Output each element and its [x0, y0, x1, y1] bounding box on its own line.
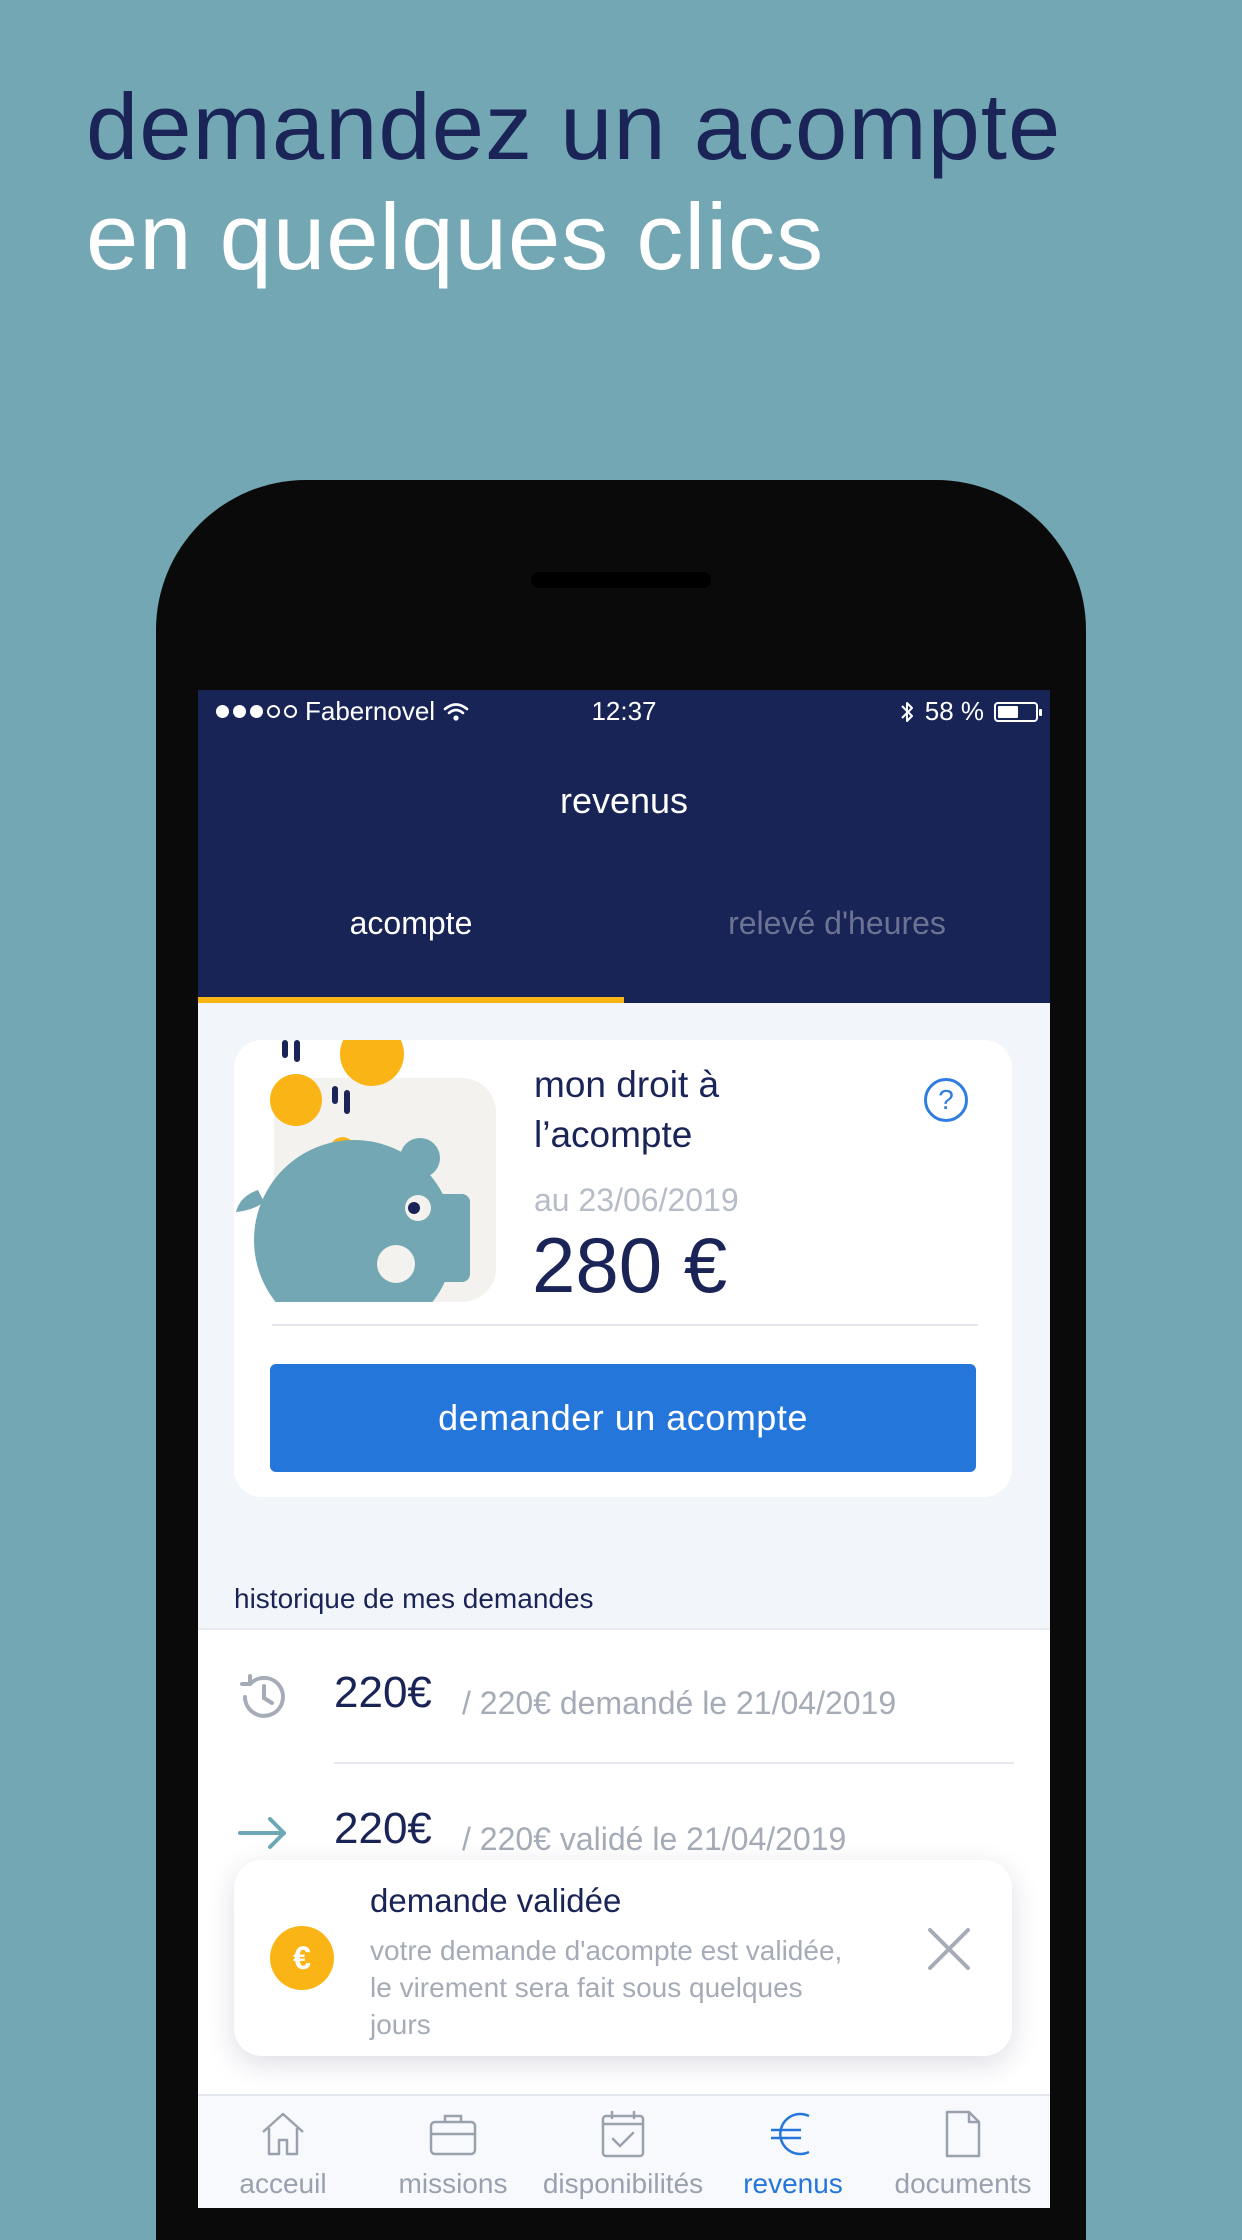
list-item[interactable]: 220€ / 220€ demandé le 21/04/2019 — [198, 1630, 1050, 1760]
battery-percent: 58 % — [924, 696, 984, 726]
home-icon — [262, 2112, 304, 2156]
tab-documents[interactable]: documents — [878, 2096, 1048, 2208]
tab-revenus[interactable]: revenus — [708, 2096, 878, 2208]
card-divider — [272, 1324, 978, 1326]
close-icon[interactable] — [924, 1924, 974, 1974]
notification-toast: € demande validée votre demande d'acompt… — [234, 1860, 1012, 2056]
list-divider — [334, 1762, 1014, 1764]
acompte-amount: 280 € — [532, 1221, 728, 1309]
tab-missions[interactable]: missions — [368, 2096, 538, 2208]
bluetooth-icon — [901, 701, 913, 722]
history-description: / 220€ validé le 21/04/2019 — [462, 1821, 847, 1857]
request-acompte-button[interactable]: demander un acompte — [270, 1364, 976, 1472]
clock-icon — [240, 1674, 285, 1718]
history-heading: historique de mes demandes — [234, 1583, 594, 1614]
acompte-date: au 23/06/2019 — [534, 1182, 739, 1218]
active-tab-indicator — [198, 997, 624, 1003]
toast-message: votre demande d'acompte est validée, le … — [370, 1935, 843, 2040]
tab-label: documents — [894, 2168, 1032, 2199]
tab-acompte[interactable]: acompte — [198, 905, 624, 942]
tab-disponibilites[interactable]: disponibilités — [538, 2096, 708, 2208]
tab-acceuil[interactable]: acceuil — [198, 2096, 368, 2208]
status-bar: Fabernovel 12:37 58 % — [198, 690, 1050, 734]
battery-icon — [994, 701, 1042, 722]
calendar-check-icon — [601, 2110, 645, 2158]
help-icon[interactable]: ? — [924, 1078, 968, 1122]
card-title: mon droit à l’acompte — [534, 1064, 720, 1155]
briefcase-icon — [429, 2114, 477, 2156]
euro-icon — [771, 2112, 810, 2156]
bottom-tab-bar: acceuil missions disponibilités revenus — [198, 2094, 1050, 2208]
headline-line-2: en quelques clics — [86, 184, 825, 289]
toast-title: demande validée — [370, 1882, 622, 1919]
euro-coin-icon: € — [270, 1926, 334, 1990]
piggy-bank-illustration — [234, 1040, 524, 1330]
history-description: / 220€ demandé le 21/04/2019 — [462, 1685, 897, 1721]
arrow-right-icon — [238, 1817, 286, 1849]
header: Fabernovel 12:37 58 % revenus acompte re… — [198, 690, 1050, 1003]
headline-line-1: demandez un acompte — [86, 74, 1062, 179]
status-right: 58 % — [899, 696, 1042, 727]
tab-releve-heures[interactable]: relevé d'heures — [624, 905, 1050, 942]
page-title: revenus — [559, 780, 689, 821]
app-screen: Fabernovel 12:37 58 % revenus acompte re… — [198, 690, 1050, 2208]
headline: demandez un acompte en quelques clics — [86, 72, 1061, 292]
acompte-card: mon droit à l’acompte ? au 23/06/2019 28… — [234, 1040, 1012, 1497]
document-icon — [945, 2110, 981, 2158]
history-amount: 220€ — [334, 1668, 432, 1717]
history-amount: 220€ — [334, 1804, 432, 1853]
phone-speaker — [531, 572, 711, 588]
